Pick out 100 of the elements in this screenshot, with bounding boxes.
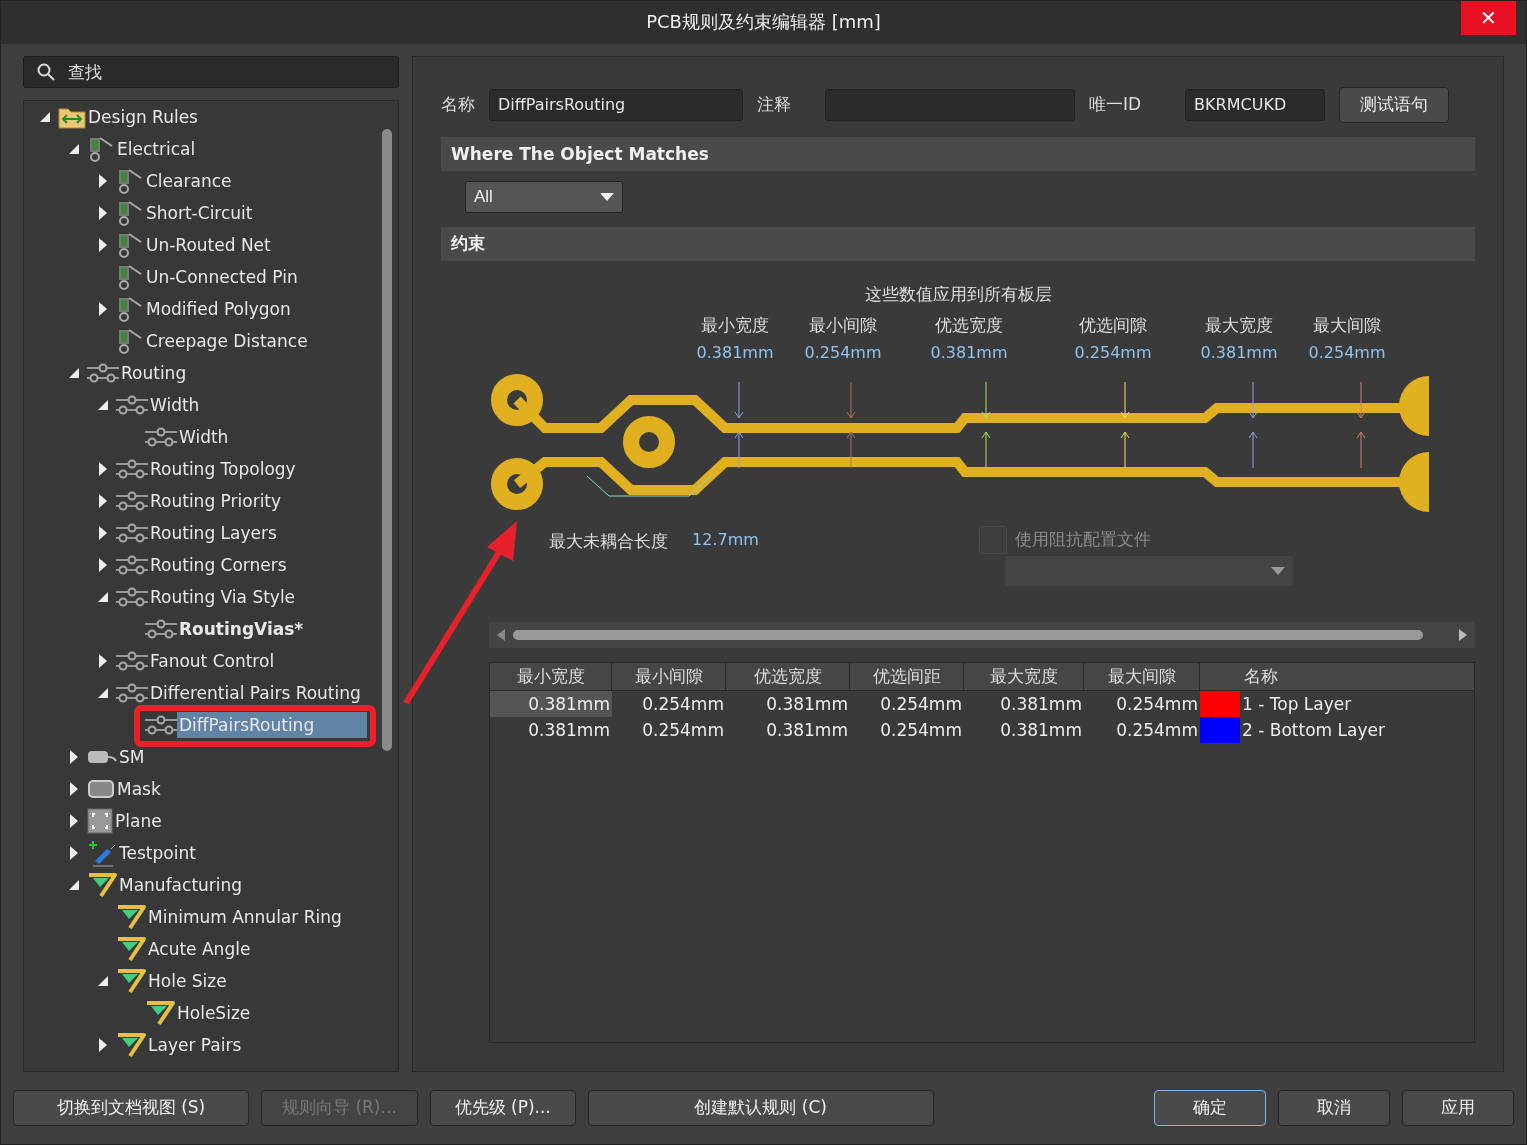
expand-arrow-icon[interactable] xyxy=(99,1037,107,1052)
window-title: PCB规则及约束编辑器 [mm] xyxy=(646,10,881,35)
drill-icon xyxy=(116,903,146,930)
column-header[interactable]: 优选间距 xyxy=(850,662,964,690)
scroll-right-icon[interactable] xyxy=(1459,628,1467,641)
expand-arrow-icon[interactable] xyxy=(70,845,78,860)
expand-arrow-icon[interactable] xyxy=(70,781,78,796)
expand-arrow-icon[interactable] xyxy=(70,813,78,828)
tree-item[interactable]: Layer Pairs xyxy=(146,1034,244,1055)
expand-arrow-icon[interactable] xyxy=(99,173,107,188)
tree-item[interactable]: Routing Corners xyxy=(148,554,289,575)
collapse-arrow-icon[interactable] xyxy=(69,879,79,890)
expand-arrow-icon[interactable] xyxy=(99,653,107,668)
dimension-label: 最大间隙 xyxy=(1313,313,1381,337)
tree-item[interactable]: SM xyxy=(117,746,147,767)
tree-item[interactable]: Routing Layers xyxy=(148,522,279,543)
tree-item[interactable]: Creepage Distance xyxy=(144,330,310,351)
tree-item[interactable]: Plane xyxy=(113,810,164,831)
table-cell-text: 2 - Bottom Layer xyxy=(1241,718,1386,742)
collapse-arrow-icon[interactable] xyxy=(98,399,108,410)
column-header[interactable]: 最大宽度 xyxy=(964,662,1084,690)
tree-item[interactable]: Minimum Annular Ring xyxy=(146,906,344,927)
tree-item[interactable]: Routing Topology xyxy=(148,458,298,479)
collapse-arrow-icon[interactable] xyxy=(98,591,108,602)
column-header[interactable]: 最小宽度 xyxy=(490,662,612,690)
tree-item[interactable]: Clearance xyxy=(144,170,234,191)
expand-arrow-icon[interactable] xyxy=(99,205,107,220)
tree-item[interactable]: Width xyxy=(177,426,231,447)
collapse-arrow-icon[interactable] xyxy=(40,111,50,122)
expand-arrow-icon[interactable] xyxy=(99,525,107,540)
horizontal-scrollbar[interactable] xyxy=(489,621,1475,648)
tree-item[interactable]: Modified Polygon xyxy=(144,298,293,319)
dropdown-arrow-icon xyxy=(600,192,614,201)
comment-field[interactable] xyxy=(825,88,1075,121)
expand-arrow-icon[interactable] xyxy=(99,301,107,316)
dimension-label: 最小宽度 xyxy=(701,313,769,337)
column-header[interactable]: 名称 xyxy=(1240,662,1474,690)
expand-arrow-icon[interactable] xyxy=(99,461,107,476)
close-button[interactable]: ✕ xyxy=(1461,1,1516,35)
track-icon xyxy=(116,649,148,672)
scrollbar-thumb[interactable] xyxy=(382,128,392,751)
tree-item[interactable]: Routing Priority xyxy=(148,490,284,511)
id-label: 唯一ID xyxy=(1089,93,1142,117)
collapse-arrow-icon[interactable] xyxy=(69,367,79,378)
dialog-button[interactable]: 取消 xyxy=(1278,1089,1390,1126)
collapse-arrow-icon[interactable] xyxy=(69,143,79,154)
tree-item[interactable]: Acute Angle xyxy=(146,938,253,959)
track-icon xyxy=(116,553,148,576)
table-cell-text: 0.254mm xyxy=(641,692,725,716)
tree-item[interactable]: Routing Via Style xyxy=(148,586,298,607)
tree-item[interactable]: HoleSize xyxy=(175,1002,253,1023)
search-field[interactable]: 查找 xyxy=(23,55,399,88)
track-icon xyxy=(116,521,148,544)
section-header: Where The Object Matches xyxy=(441,136,1475,171)
column-header[interactable]: 优选宽度 xyxy=(726,662,850,690)
name-field[interactable]: DiffPairsRouting xyxy=(489,88,743,121)
dialog-button[interactable]: 确定 xyxy=(1154,1089,1266,1126)
tree-item[interactable]: Manufacturing xyxy=(117,874,245,895)
scope-dropdown[interactable]: All xyxy=(465,180,623,213)
table-cell-text: 0.381mm xyxy=(765,718,849,742)
name-label: 名称 xyxy=(441,93,475,117)
column-header[interactable]: 最小间隙 xyxy=(612,662,726,690)
table-cell-text: 0.254mm xyxy=(1115,718,1199,742)
track-icon xyxy=(116,393,148,416)
tree-item[interactable]: Mask xyxy=(115,778,163,799)
test-button[interactable]: 测试语句 xyxy=(1339,86,1450,123)
footer-button[interactable]: 创建默认规则 (C) xyxy=(587,1089,934,1126)
column-header[interactable]: 最大间隙 xyxy=(1084,662,1200,690)
tree-item[interactable]: Width xyxy=(148,394,202,415)
footer-button[interactable]: 优先级 (P)... xyxy=(429,1089,576,1126)
tree-item[interactable]: RoutingVias* xyxy=(177,618,306,639)
tree-item[interactable]: Testpoint xyxy=(117,842,198,863)
table-cell-text: 0.254mm xyxy=(879,692,963,716)
id-field[interactable]: BKRMCUKD xyxy=(1185,88,1326,121)
tree-item[interactable]: Routing xyxy=(119,362,189,383)
tree-item[interactable]: Un-Routed Net xyxy=(144,234,273,255)
table-cell-text: 0.381mm xyxy=(527,718,611,742)
scroll-left-icon[interactable] xyxy=(497,628,505,641)
expand-arrow-icon[interactable] xyxy=(99,557,107,572)
expand-arrow-icon[interactable] xyxy=(99,237,107,252)
footer-button[interactable]: 切换到文档视图 (S) xyxy=(13,1089,249,1126)
expand-arrow-icon[interactable] xyxy=(99,493,107,508)
drill-icon xyxy=(116,935,146,962)
tree-item[interactable]: Differential Pairs Routing xyxy=(148,682,363,703)
dialog-button[interactable]: 应用 xyxy=(1402,1089,1514,1126)
dimension-value: 0.254mm xyxy=(1074,342,1152,362)
tree-item[interactable]: Short-Circuit xyxy=(144,202,255,223)
comment-label: 注释 xyxy=(757,93,791,117)
mask-icon xyxy=(87,778,115,799)
dimension-label: 最大宽度 xyxy=(1205,313,1273,337)
tree-item[interactable]: Fanout Control xyxy=(148,650,277,671)
collapse-arrow-icon[interactable] xyxy=(98,687,108,698)
tree-item[interactable]: Electrical xyxy=(115,138,198,159)
collapse-arrow-icon[interactable] xyxy=(98,975,108,986)
tree-item[interactable]: Design Rules xyxy=(86,106,200,127)
tree-item[interactable]: Un-Connected Pin xyxy=(144,266,300,287)
expand-arrow-icon[interactable] xyxy=(70,749,78,764)
plane-icon xyxy=(87,807,113,834)
section-header: 约束 xyxy=(441,226,1475,261)
tree-item[interactable]: Hole Size xyxy=(146,970,229,991)
